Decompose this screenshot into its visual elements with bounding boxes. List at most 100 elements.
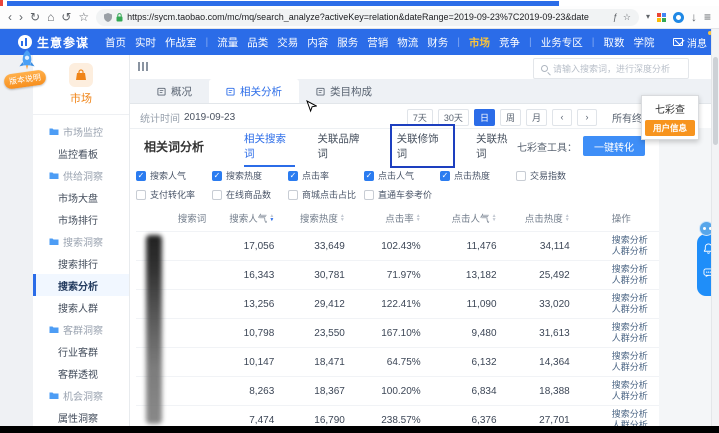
table-header-cell[interactable]: 点击热度 ▲ ▼ [513,211,586,225]
sidebar-item[interactable]: 客群透视 [33,362,129,384]
header-nav-item[interactable]: 实时 [135,35,156,50]
crowd-analysis-link[interactable]: 人群分析 [612,362,659,373]
sidebar-item[interactable]: 搜索人群 [33,296,129,318]
header-nav-item[interactable]: | [592,36,595,48]
sidebar-item[interactable]: 搜索洞察 [33,230,129,252]
menu-icon[interactable]: ≡ [704,11,711,23]
one-key-convert-button[interactable]: 一键转化 [583,136,645,156]
table-header-cell[interactable]: 搜索热度 ▲ ▼ [290,211,361,225]
header-nav-item[interactable]: | [529,36,532,48]
sidebar-item[interactable]: 机会洞察 [33,384,129,406]
forward-icon[interactable]: › [19,11,23,23]
toolbar-caret-icon[interactable]: ▾ [646,13,650,21]
sidebar-item[interactable]: 供给洞察 [33,164,129,186]
search-analysis-link[interactable]: 搜索分析 [612,409,659,420]
search-analysis-link[interactable]: 搜索分析 [612,380,659,391]
crowd-analysis-link[interactable]: 人群分析 [612,275,659,286]
header-nav-item[interactable]: 取数 [603,35,624,50]
header-nav-item[interactable]: 作战室 [165,35,197,50]
download-icon[interactable]: ↓ [691,11,697,23]
sidebar-item[interactable]: 市场监控 [33,120,129,142]
metric-checkbox[interactable]: ✓ 搜索人气 [136,167,212,184]
period-button[interactable]: › [577,109,597,126]
sidebar-item[interactable]: 市场大盘 [33,186,129,208]
table-header-cell[interactable]: 操作 ▲ ▼ [586,211,659,225]
url-star-icon[interactable]: ☆ [623,13,631,22]
metric-checkbox[interactable]: ✓ 交易指数 [516,167,592,184]
table-header-cell[interactable]: 点击人气 ▲ ▼ [437,211,513,225]
sidebar-item[interactable]: 客群洞察 [33,318,129,340]
period-button[interactable]: ‹ [552,109,572,126]
click-popularity-cell: 6,376 [437,415,513,426]
extension-app-icon[interactable] [673,12,684,23]
table-header-cell[interactable]: 搜索人气 ▲ ▼ [222,211,290,225]
popup-qicaicha[interactable]: 七彩查 [644,98,696,119]
header-nav-item[interactable]: 业务专区 [541,35,583,50]
header-nav-item[interactable]: 品类 [247,35,268,50]
bookmark-star-icon[interactable]: ☆ [78,11,89,23]
period-button[interactable]: 月 [526,109,547,126]
keyword-search-input[interactable]: 请输入搜索词，进行深度分析 [533,58,689,79]
search-analysis-link[interactable]: 搜索分析 [612,264,659,275]
checkbox-icon: ✓ [288,171,298,181]
header-nav-item[interactable]: 财务 [427,35,448,50]
header-nav-item[interactable]: 服务 [337,35,358,50]
search-analysis-link[interactable]: 搜索分析 [612,235,659,246]
message-entry[interactable]: 消息 [673,35,707,50]
reload-icon[interactable]: ↻ [30,11,40,23]
metric-checkbox[interactable]: ✓ 点击人气 [364,167,440,184]
flash-icon[interactable]: ƒ [613,13,618,22]
table-header-cell[interactable]: 点击率 ▲ ▼ [361,211,437,225]
analysis-tab[interactable]: 概况 [140,79,209,103]
subtab[interactable]: 关联修饰词 [391,125,454,167]
metric-checkbox[interactable]: ✓ 点击率 [288,167,364,184]
sidebar-item[interactable]: 搜索分析 [33,274,129,296]
search-heat-cell: 18,367 [290,386,361,397]
metric-checkbox[interactable]: ✓ 点击热度 [440,167,516,184]
header-nav-item[interactable]: 内容 [307,35,328,50]
sidebar-section-head: 市场 [33,55,129,115]
extensions-grid-icon[interactable] [657,13,666,22]
metric-checkbox[interactable]: ✓ 在线商品数 [212,186,288,203]
crowd-analysis-link[interactable]: 人群分析 [612,304,659,315]
popup-user-info-button[interactable]: 用户信息 [645,120,695,136]
metric-checkbox[interactable]: ✓ 搜索热度 [212,167,288,184]
back-icon[interactable]: ‹ [8,11,12,23]
header-nav-item[interactable]: 营销 [367,35,388,50]
search-heat-cell: 23,550 [290,328,361,339]
crowd-analysis-link[interactable]: 人群分析 [612,333,659,344]
page-scrollbar[interactable] [711,29,719,426]
analysis-tab[interactable]: 相关分析 [209,79,299,103]
metric-checkbox[interactable]: ✓ 商城点击占比 [288,186,364,203]
header-nav-item[interactable]: 交易 [277,35,298,50]
header-nav-item[interactable]: 流量 [217,35,238,50]
sidebar-item[interactable]: 行业客群 [33,340,129,362]
header-nav-item[interactable]: 首页 [105,35,126,50]
scrollbar-thumb[interactable] [713,57,718,145]
header-nav-item[interactable]: | [457,36,460,48]
crowd-analysis-link[interactable]: 人群分析 [612,246,659,257]
metric-checkbox[interactable]: ✓ 直通车参考价 [364,186,440,203]
table-header-cell[interactable]: 搜索词 ▲ ▼ [136,211,222,225]
search-analysis-link[interactable]: 搜索分析 [612,322,659,333]
sidebar-item[interactable]: 搜索排行 [33,252,129,274]
header-nav-item[interactable]: 学院 [633,35,654,50]
header-nav-item[interactable]: | [206,36,209,48]
metric-checkbox[interactable]: ✓ 支付转化率 [136,186,212,203]
sidebar-item[interactable]: 监控看板 [33,142,129,164]
subtab[interactable]: 关联热词 [476,122,517,170]
header-nav-item[interactable]: 市场 [469,35,490,50]
crowd-analysis-link[interactable]: 人群分析 [612,391,659,402]
collapse-handle-icon[interactable] [138,62,148,71]
sidebar-item[interactable]: 属性洞察 [33,406,129,428]
search-analysis-link[interactable]: 搜索分析 [612,351,659,362]
history-icon[interactable]: ↺ [61,11,71,23]
home-icon[interactable]: ⌂ [47,11,54,23]
url-bar[interactable]: https://sycm.taobao.com/mc/mq/search_ana… [96,9,639,26]
header-nav-item[interactable]: 竞争 [499,35,520,50]
subtab[interactable]: 关联品牌词 [317,122,368,170]
search-analysis-link[interactable]: 搜索分析 [612,293,659,304]
header-nav-item[interactable]: 物流 [397,35,418,50]
subtab[interactable]: 相关搜索词 [244,122,295,170]
sidebar-item[interactable]: 市场排行 [33,208,129,230]
